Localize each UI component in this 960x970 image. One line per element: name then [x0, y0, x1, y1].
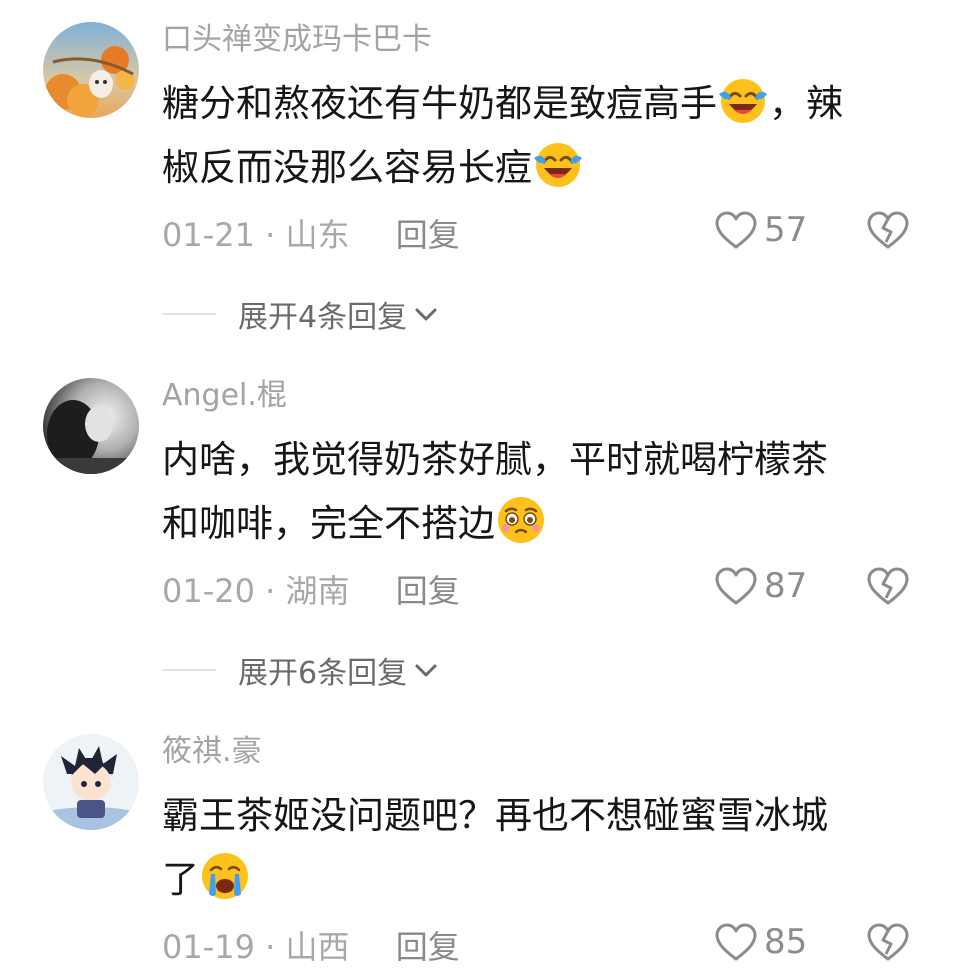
- username[interactable]: 口头禅变成玛卡巴卡: [162, 20, 432, 60]
- reply-button[interactable]: 回复: [396, 928, 460, 966]
- comment-text-line: 和咖啡，完全不搭边: [162, 502, 495, 545]
- meta-separator: ·: [265, 572, 276, 610]
- like-button[interactable]: 87: [714, 566, 807, 606]
- like-count: 85: [764, 922, 808, 962]
- comment-location: 湖南: [285, 572, 350, 610]
- comment-date: 01-20: [162, 572, 255, 610]
- comment-meta: 01-20 · 湖南 回复: [162, 571, 460, 611]
- comment-text-line: 内啥，我觉得奶茶好腻，平时就喝柠檬茶: [162, 438, 828, 481]
- avatar-image: [43, 378, 139, 474]
- dislike-button[interactable]: [866, 922, 910, 966]
- reply-button[interactable]: 回复: [396, 572, 460, 610]
- avatar-image: [43, 734, 139, 830]
- expand-replies-label: 展开6条回复: [238, 656, 408, 691]
- dislike-button[interactable]: [866, 210, 910, 254]
- laughing-crying-emoji-icon: [719, 79, 767, 123]
- divider-line: [162, 669, 216, 671]
- comment-meta: 01-21 · 山东 回复: [162, 215, 460, 255]
- laughing-crying-emoji-icon: [534, 143, 582, 187]
- comment-text-line: 了: [162, 858, 199, 901]
- broken-heart-icon: [867, 567, 909, 605]
- comment-text: 内啥，我觉得奶茶好腻，平时就喝柠檬茶 和咖啡，完全不搭边: [162, 428, 922, 556]
- like-button[interactable]: 85: [714, 922, 807, 962]
- pleading-face-emoji-icon: [498, 497, 544, 543]
- like-button[interactable]: 57: [714, 210, 807, 250]
- avatar[interactable]: [43, 378, 139, 474]
- expand-replies-label: 展开4条回复: [238, 300, 408, 335]
- meta-separator: ·: [265, 216, 276, 254]
- username[interactable]: 筱祺.豪: [162, 732, 262, 772]
- broken-heart-icon: [867, 211, 909, 249]
- dislike-button[interactable]: [866, 566, 910, 610]
- comment-text-line: ，辣: [769, 82, 843, 125]
- username[interactable]: Angel.棍: [162, 376, 287, 416]
- comment-date: 01-19: [162, 928, 255, 966]
- comment-text: 霸王茶姬没问题吧？再也不想碰蜜雪冰城 了: [162, 784, 922, 912]
- broken-heart-icon: [867, 923, 909, 961]
- crying-face-emoji-icon: [202, 853, 248, 899]
- comment-text-line: 霸王茶姬没问题吧？再也不想碰蜜雪冰城: [162, 794, 828, 837]
- reply-button[interactable]: 回复: [396, 216, 460, 254]
- avatar[interactable]: [43, 22, 139, 118]
- like-count: 57: [764, 210, 808, 250]
- avatar[interactable]: [43, 734, 139, 830]
- comment-meta: 01-19 · 山西 回复: [162, 927, 460, 967]
- chevron-down-icon: [415, 664, 437, 677]
- comment-text: 糖分和熬夜还有牛奶都是致痘高手 ，辣 椒反而没那么容易长痘: [162, 72, 922, 200]
- comment-date: 01-21: [162, 216, 255, 254]
- expand-replies-button[interactable]: 展开4条回复: [162, 292, 439, 336]
- like-count: 87: [764, 566, 808, 606]
- comment-location: 山东: [285, 216, 350, 254]
- heart-outline-icon: [715, 923, 757, 961]
- divider-line: [162, 313, 216, 315]
- comment-text-line: 糖分和熬夜还有牛奶都是致痘高手: [162, 82, 717, 125]
- heart-outline-icon: [715, 567, 757, 605]
- chevron-down-icon: [415, 308, 437, 321]
- meta-separator: ·: [265, 928, 276, 966]
- expand-replies-button[interactable]: 展开6条回复: [162, 648, 439, 692]
- avatar-image: [43, 22, 139, 118]
- comment-location: 山西: [285, 928, 350, 966]
- heart-outline-icon: [715, 211, 757, 249]
- comment-text-line: 椒反而没那么容易长痘: [162, 146, 532, 189]
